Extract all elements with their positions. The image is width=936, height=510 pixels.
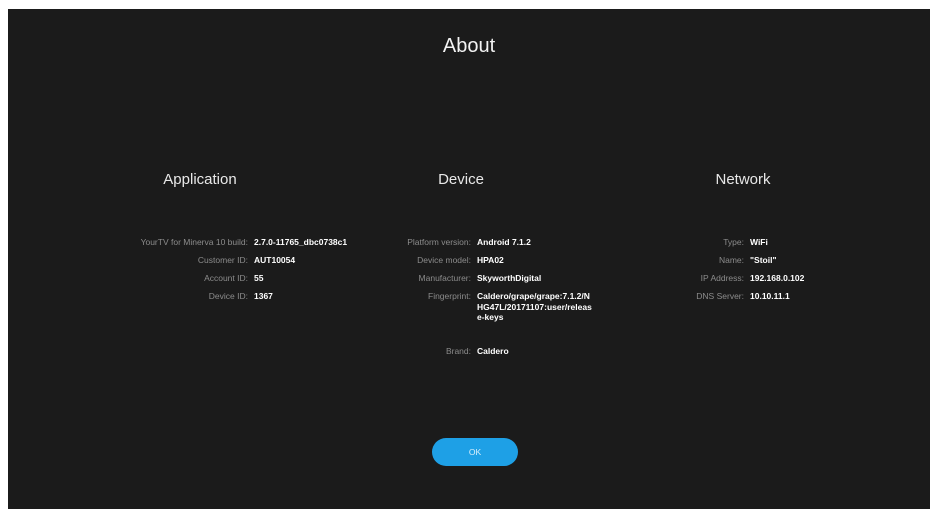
info-value: Caldero/grape/grape:7.1.2/NHG47L/2017110… xyxy=(477,291,592,322)
application-heading: Application xyxy=(163,171,237,188)
info-label: Fingerprint: xyxy=(428,291,471,301)
info-label: Device model: xyxy=(417,255,471,265)
info-label: YourTV for Minerva 10 build: xyxy=(140,237,248,247)
info-label: Device ID: xyxy=(208,291,248,301)
info-label: Type: xyxy=(723,237,744,247)
info-label: Customer ID: xyxy=(197,255,248,265)
info-row-dns-server: DNS Server: 10.10.11.1 xyxy=(597,291,789,309)
network-rows: Type: WiFi Name: "Stoil" IP Address: 192… xyxy=(597,237,805,309)
info-value: AUT10054 xyxy=(254,255,296,265)
device-rows: Platform version: Android 7.1.2 Device m… xyxy=(325,237,592,364)
info-row-device-model: Device model: HPA02 xyxy=(325,255,504,273)
info-label: Brand: xyxy=(445,346,471,356)
info-row-type: Type: WiFi xyxy=(597,237,768,255)
info-value: HPA02 xyxy=(477,255,504,265)
info-row-fingerprint: Fingerprint: Caldero/grape/grape:7.1.2/N… xyxy=(325,291,592,346)
info-value: 55 xyxy=(254,273,264,283)
info-row-brand: Brand: Caldero xyxy=(325,346,509,364)
info-row-ip-address: IP Address: 192.168.0.102 xyxy=(597,273,805,291)
info-label: Platform version: xyxy=(407,237,471,247)
application-rows: YourTV for Minerva 10 build: 2.7.0-11765… xyxy=(8,237,348,309)
info-value: 10.10.11.1 xyxy=(750,291,790,301)
info-label: DNS Server: xyxy=(696,291,744,301)
info-label: Name: xyxy=(718,255,744,265)
info-row-device-id: Device ID: 1367 xyxy=(8,291,273,309)
network-heading: Network xyxy=(715,171,771,188)
info-row-platform-version: Platform version: Android 7.1.2 xyxy=(325,237,531,255)
info-row-manufacturer: Manufacturer: SkyworthDigital xyxy=(325,273,542,291)
info-value: Android 7.1.2 xyxy=(477,237,531,247)
info-label: Manufacturer: xyxy=(418,273,471,283)
info-value: WiFi xyxy=(750,237,768,247)
info-label: IP Address: xyxy=(700,273,744,283)
info-label: Account ID: xyxy=(204,273,248,283)
info-row-account-id: Account ID: 55 xyxy=(8,273,263,291)
info-value: 192.168.0.102 xyxy=(750,273,805,283)
info-value: 1367 xyxy=(254,291,273,301)
device-heading: Device xyxy=(438,171,484,188)
info-row-name: Name: "Stoil" xyxy=(597,255,777,273)
info-value: SkyworthDigital xyxy=(477,273,542,283)
info-row-customer-id: Customer ID: AUT10054 xyxy=(8,255,295,273)
about-screen: About Application YourTV for Minerva 10 … xyxy=(8,9,930,509)
info-row-build: YourTV for Minerva 10 build: 2.7.0-11765… xyxy=(8,237,348,255)
page-title: About xyxy=(442,35,496,57)
info-value: Caldero xyxy=(477,346,509,356)
info-value: "Stoil" xyxy=(750,255,777,265)
ok-button[interactable]: OK xyxy=(432,438,518,466)
